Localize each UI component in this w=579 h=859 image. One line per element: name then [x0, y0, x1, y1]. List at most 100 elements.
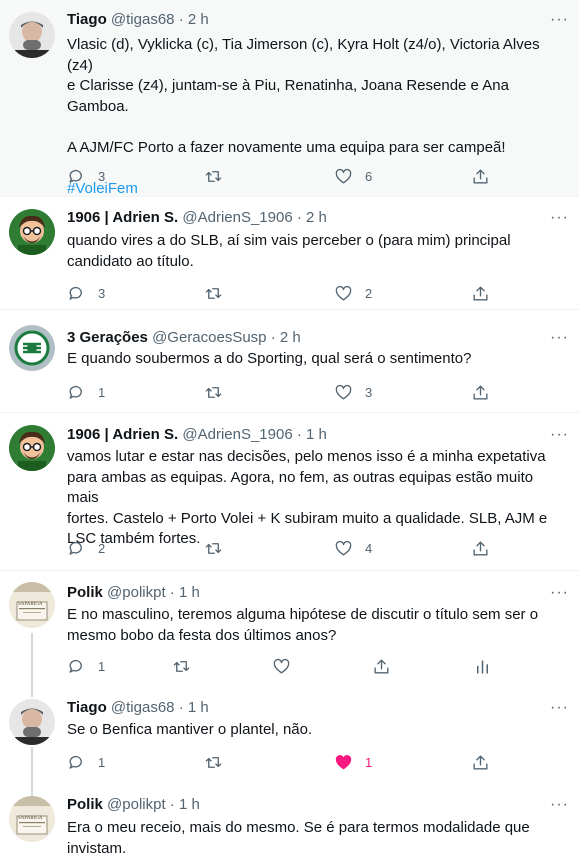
thread-line: [31, 633, 33, 695]
share-button[interactable]: [471, 164, 490, 188]
avatar-logo-text: SAPARIGA: [18, 816, 43, 821]
avatar-logo-text: SAPARIGA: [18, 602, 43, 607]
author-name[interactable]: 1906 | Adrien S.: [67, 426, 178, 443]
like-button[interactable]: 3: [334, 380, 372, 404]
author-name[interactable]: Tiago: [67, 699, 107, 716]
retweet-icon: [173, 660, 190, 672]
retweet-button[interactable]: [204, 536, 235, 560]
reply-icon: [69, 385, 82, 399]
timestamp[interactable]: 1 h: [306, 426, 327, 443]
separator-dot: ·: [296, 426, 302, 443]
reply-button[interactable]: 3: [67, 281, 105, 305]
reply-button[interactable]: 1: [67, 654, 105, 678]
retweet-icon: [205, 756, 222, 768]
reply-button[interactable]: 1: [67, 750, 105, 774]
like-button[interactable]: 2: [334, 281, 372, 305]
more-options-icon[interactable]: ···: [550, 10, 569, 30]
reply-button[interactable]: 3: [67, 164, 105, 188]
tweet-reply-adrien-1[interactable]: 1906 | Adrien S. @AdrienS_1906 · 2 h ···…: [0, 197, 579, 310]
more-options-icon[interactable]: ···: [550, 328, 569, 348]
tweet-tiago-main[interactable]: Tiago @tigas68 · 2 h ··· Vlasic (d), Vyk…: [0, 0, 579, 197]
reply-button[interactable]: 1: [67, 380, 105, 404]
avatar-polik[interactable]: SAPARIGA: [9, 582, 55, 628]
tweet-reply-adrien-2[interactable]: 1906 | Adrien S. @AdrienS_1906 · 1 h ···…: [0, 413, 579, 571]
share-button[interactable]: [372, 654, 391, 678]
avatar-geracoes[interactable]: [9, 325, 55, 371]
timestamp[interactable]: 1 h: [188, 699, 209, 716]
author-handle[interactable]: @GeracoesSusp: [152, 329, 266, 346]
like-button[interactable]: 6: [334, 164, 372, 188]
author-handle[interactable]: @AdrienS_1906: [182, 426, 292, 443]
like-button[interactable]: 4: [334, 536, 372, 560]
separator-dot: ·: [296, 209, 302, 226]
share-button[interactable]: [471, 380, 490, 404]
reply-icon: [69, 755, 82, 769]
author-name[interactable]: Polik: [67, 584, 103, 601]
tweet-actions: 1: [67, 654, 567, 678]
like-button-active[interactable]: 1: [334, 750, 372, 774]
analytics-icon: [476, 659, 489, 674]
tweet-actions: 3 6: [67, 164, 527, 188]
heart-icon: [335, 384, 352, 400]
avatar-tiago[interactable]: [9, 12, 55, 58]
timestamp[interactable]: 2 h: [306, 209, 327, 226]
retweet-icon: [205, 287, 222, 299]
author-handle[interactable]: @polikpt: [107, 796, 166, 813]
author-handle[interactable]: @tigas68: [111, 699, 175, 716]
share-button[interactable]: [471, 536, 490, 560]
more-options-icon[interactable]: ···: [550, 425, 569, 445]
reply-icon: [69, 659, 82, 673]
retweet-button[interactable]: [204, 164, 235, 188]
author-name[interactable]: Polik: [67, 796, 103, 813]
analytics-button[interactable]: [473, 654, 492, 678]
tweet-actions: 1 3: [67, 380, 527, 404]
more-options-icon[interactable]: ···: [550, 208, 569, 228]
thread-line: [31, 786, 33, 796]
retweet-button[interactable]: [172, 654, 203, 678]
tweet-reply-polik-2[interactable]: SAPARIGA Polik @polikpt · 1 h ··· Era o …: [0, 786, 579, 857]
like-button[interactable]: [272, 654, 303, 678]
heart-icon: [273, 658, 290, 674]
share-icon: [374, 658, 389, 674]
reply-icon: [69, 541, 82, 555]
tweet-text: Se o Benfica mantiver o plantel, não.: [67, 721, 313, 738]
author-name[interactable]: Tiago: [67, 11, 107, 28]
author-name[interactable]: 1906 | Adrien S.: [67, 209, 178, 226]
avatar-adrien[interactable]: [9, 425, 55, 471]
reply-icon: [69, 169, 82, 183]
more-options-icon[interactable]: ···: [550, 795, 569, 815]
author-handle[interactable]: @polikpt: [107, 584, 166, 601]
author-handle[interactable]: @tigas68: [111, 11, 175, 28]
timestamp[interactable]: 1 h: [179, 584, 200, 601]
heart-icon: [335, 285, 352, 301]
more-options-icon[interactable]: ···: [550, 583, 569, 603]
tweet-text: quando vires a do SLB, aí sim vais perce…: [67, 232, 511, 270]
share-icon: [473, 754, 488, 770]
heart-filled-icon: [335, 754, 352, 769]
avatar-polik[interactable]: SAPARIGA: [9, 796, 55, 842]
timestamp[interactable]: 2 h: [188, 11, 209, 28]
retweet-button[interactable]: [204, 380, 235, 404]
timestamp[interactable]: 2 h: [280, 329, 301, 346]
thread-line: [31, 687, 33, 697]
share-button[interactable]: [471, 281, 490, 305]
retweet-button[interactable]: [204, 750, 235, 774]
more-options-icon[interactable]: ···: [550, 698, 569, 718]
tweet-text: E no masculino, teremos alguma hipótese …: [67, 606, 539, 644]
avatar-adrien[interactable]: [9, 209, 55, 255]
thread-line: [31, 747, 33, 786]
retweet-icon: [205, 542, 222, 554]
retweet-button[interactable]: [204, 281, 235, 305]
author-handle[interactable]: @AdrienS_1906: [182, 209, 292, 226]
separator-dot: ·: [169, 584, 175, 601]
avatar-tiago[interactable]: [9, 699, 55, 745]
tweet-actions: 2 4: [67, 536, 527, 560]
reply-button[interactable]: 2: [67, 536, 105, 560]
share-button[interactable]: [471, 750, 490, 774]
tweet-reply-geracoes[interactable]: 3 Gerações @GeracoesSusp · 2 h ··· E qua…: [0, 310, 579, 413]
share-icon: [473, 285, 488, 301]
author-name[interactable]: 3 Gerações: [67, 329, 148, 346]
tweet-reply-tiago[interactable]: Tiago @tigas68 · 1 h ··· Se o Benfica ma…: [0, 687, 579, 786]
timestamp[interactable]: 1 h: [179, 796, 200, 813]
tweet-reply-polik-1[interactable]: SAPARIGA Polik @polikpt · 1 h ··· E no m…: [0, 571, 579, 695]
